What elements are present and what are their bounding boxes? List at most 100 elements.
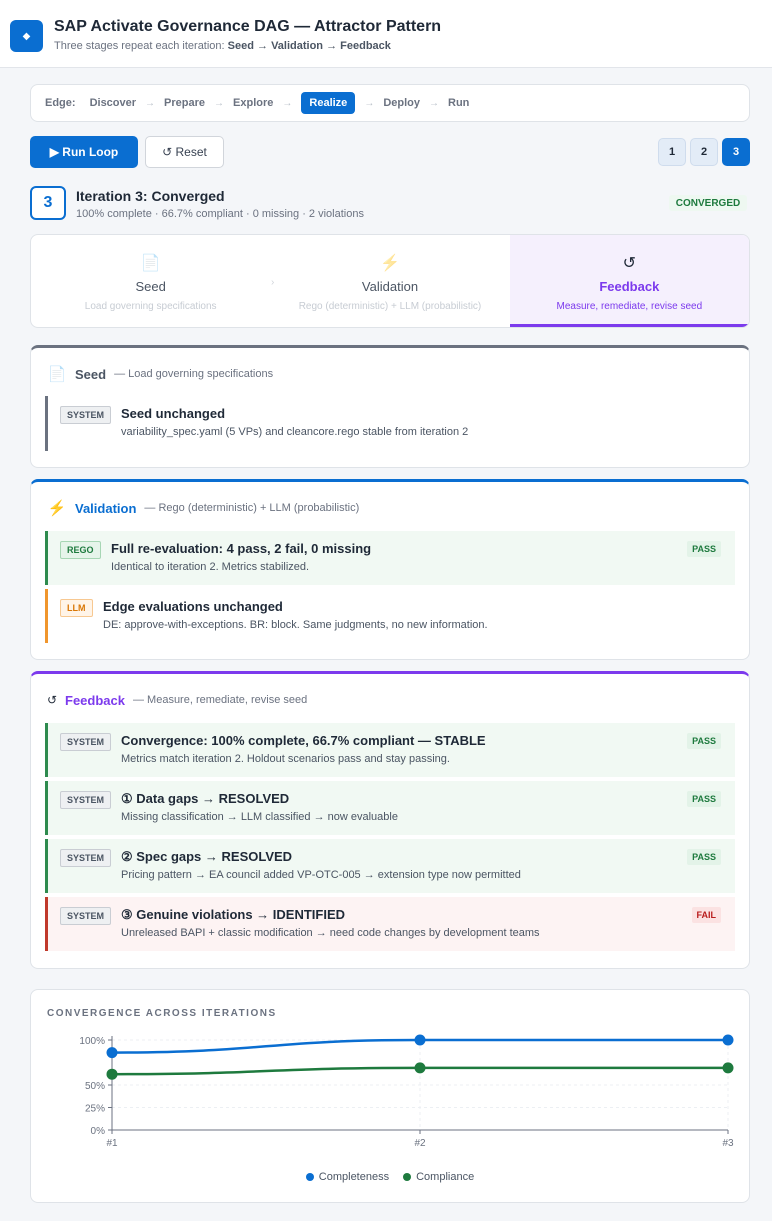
entry-title: Full re-evaluation: 4 pass, 2 fail, 0 mi… [111,541,372,556]
data-point-completeness [414,1034,426,1046]
document-icon: 📄 [140,255,161,272]
edge-navigation: Edge: Discover → Prepare → Explore → Realize → D… [30,84,750,122]
arrow-right-icon: → [145,97,156,109]
edge-tab-run[interactable]: Run [448,93,469,113]
panel-title: Seed [75,366,107,382]
log-entry: REGO Full re-evaluation: 4 pass, 2 fail,… [45,531,735,585]
edge-tab-deploy[interactable]: Deploy [383,93,420,113]
legend-item: Completeness [305,1171,390,1183]
entry-tag: SYSTEM [60,406,112,424]
entry-title: ② Spec gaps → RESOLVED [121,849,293,864]
stage-desc: Load governing specifications [84,301,217,312]
convergence-chart-card: CONVERGENCE ACROSS ITERATIONS 0% 25% 50% 10… [30,989,750,1203]
entry-title: Edge evaluations unchanged [103,599,283,614]
edge-label: Edge: [45,97,76,109]
subtitle-prefix: Three stages repeat each iteration: [54,40,228,52]
data-point-compliance [722,1062,734,1074]
log-entry: SYSTEM ① Data gaps → RESOLVED Missing cl… [45,781,735,835]
stage-name: Seed [135,279,166,294]
data-point-compliance [106,1068,118,1080]
entry-tag: SYSTEM [60,791,112,809]
stage-tab-seed[interactable]: 📄 Seed Load governing specifications › [31,235,275,327]
edge-tab-explore[interactable]: Explore [233,93,273,113]
arrow-right-icon: → [364,97,375,109]
reset-button[interactable]: ↺ Reset [145,136,224,168]
y-tick-label: 25% [85,1104,105,1115]
feedback-panel: ↺ Feedback — Measure, remediate, revise … [30,671,750,969]
panel-desc: — Rego (deterministic) + LLM (probabilis… [144,502,360,514]
iteration-3-button[interactable]: 3 [722,138,750,166]
entry-title: ③ Genuine violations → IDENTIFIED [121,907,346,922]
panel-header: ↺ Feedback — Measure, remediate, revise … [47,690,307,710]
entry-desc: Metrics match iteration 2. Holdout scena… [121,753,450,765]
stage-tab-feedback[interactable]: ↺ Feedback Measure, remediate, revise se… [509,235,749,327]
pass-status-badge: PASS [687,791,721,807]
panel-desc: — Load governing specifications [114,368,274,380]
iteration-summary: 100% complete · 66.7% compliant · 0 miss… [76,208,364,220]
stage-tab-validation[interactable]: ⚡ Validation Rego (deterministic) + LLM … [270,235,509,327]
x-tick-label: #3 [722,1138,734,1149]
y-tick-label: 50% [85,1081,105,1092]
data-point-completeness [106,1047,118,1059]
iteration-2-button[interactable]: 2 [690,138,718,166]
y-tick-label: 0% [91,1126,106,1137]
entry-tag: LLM [60,599,93,617]
subtitle-flow: Seed → Validation → Feedback [227,40,391,52]
stage-desc: Measure, remediate, revise seed [556,301,703,312]
entry-desc: Pricing pattern → EA council added VP-OT… [121,869,521,881]
entry-desc: Missing classification → LLM classified … [121,811,398,823]
convergence-chart: 0% 25% 50% 100% #1 #2 #3 [79,1034,734,1149]
entry-desc: Unreleased BAPI + classic modification →… [121,927,540,939]
seed-panel: 📄 Seed — Load governing specifications S… [30,345,750,468]
iteration-1-button[interactable]: 1 [658,138,686,166]
edge-tab-prepare[interactable]: Prepare [164,93,205,113]
stage-tabs: 📄 Seed Load governing specifications › ⚡… [30,234,750,328]
entry-tag: SYSTEM [60,907,112,925]
legend-label: Compliance [416,1171,475,1183]
edge-tab-discover[interactable]: Discover [90,93,136,113]
log-entry: SYSTEM Seed unchanged variability_spec.y… [45,396,735,451]
legend-dot [305,1173,314,1181]
panel-desc: — Measure, remediate, revise seed [132,694,308,706]
run-loop-button[interactable]: ▶ Run Loop [30,136,138,168]
log-entry: SYSTEM ③ Genuine violations → IDENTIFIED… [45,897,735,951]
app-title: SAP Activate Governance DAG — Attractor … [54,18,442,35]
cycle-icon: ↺ [622,255,637,272]
stage-name: Feedback [599,279,660,294]
app-header: ◆ SAP Activate Governance DAG — Attracto… [0,0,772,68]
entry-desc: DE: approve-with-exceptions. BR: block. … [103,619,488,631]
app-logo-icon: ◆ [10,20,43,52]
validation-panel: ⚡ Validation — Rego (deterministic) + LL… [30,479,750,660]
entry-tag: SYSTEM [60,849,112,867]
y-tick-label: 100% [79,1036,105,1047]
panel-header: ⚡ Validation — Rego (deterministic) + LL… [47,498,360,518]
entry-title: Convergence: 100% complete, 66.7% compli… [121,733,486,748]
entry-title: ① Data gaps → RESOLVED [121,791,290,806]
panel-title: Validation [75,500,137,516]
log-entry: SYSTEM Convergence: 100% complete, 66.7%… [45,723,735,777]
x-tick-label: #2 [414,1138,426,1149]
entry-desc: Identical to iteration 2. Metrics stabil… [111,561,310,573]
app-subtitle: Three stages repeat each iteration: Seed… [54,40,391,52]
arrow-right-icon: → [214,97,225,109]
legend-item: Compliance [403,1171,474,1183]
pass-status-badge: PASS [687,541,721,557]
cycle-icon: ↺ [47,693,58,707]
log-entry: LLM Edge evaluations unchanged DE: appro… [45,589,735,643]
legend-dot [403,1173,412,1181]
chart-legend: Completeness Compliance [31,1171,749,1183]
x-tick-label: #1 [106,1138,118,1149]
panel-header: 📄 Seed — Load governing specifications [47,364,273,384]
iteration-number-badge: 3 [30,186,66,220]
log-entry: SYSTEM ② Spec gaps → RESOLVED Pricing pa… [45,839,735,893]
stage-name: Validation [361,279,419,294]
pass-status-badge: PASS [687,849,721,865]
entry-desc: variability_spec.yaml (5 VPs) and cleanc… [121,426,469,438]
converged-status-badge: CONVERGED [669,195,747,211]
arrow-right-icon: → [429,97,439,109]
entry-tag: SYSTEM [60,733,112,751]
legend-label: Completeness [318,1171,390,1183]
edge-tab-realize[interactable]: Realize [301,92,356,114]
data-point-compliance [414,1062,426,1074]
lightning-icon: ⚡ [380,255,400,272]
